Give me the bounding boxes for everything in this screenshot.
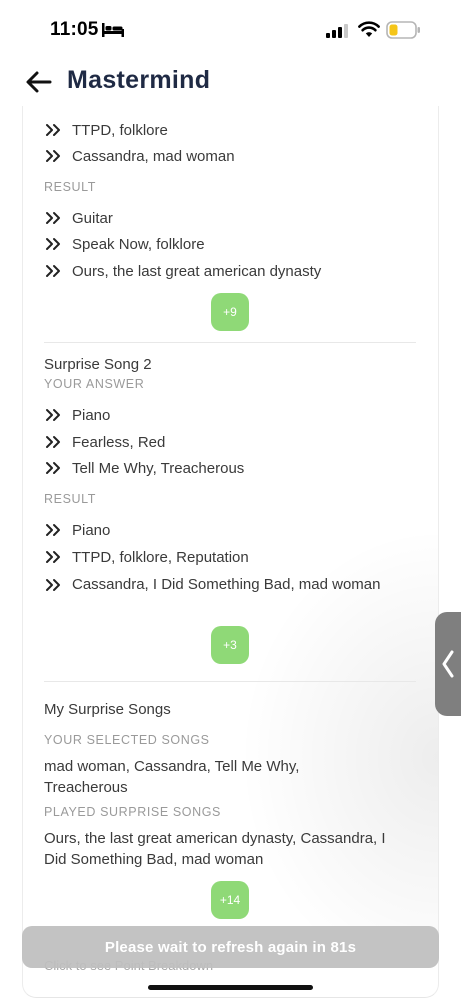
answer-item: Piano <box>44 405 414 426</box>
double-chevron-right-icon <box>46 409 60 421</box>
result-item: Cassandra, I Did Something Bad, mad woma… <box>44 574 414 595</box>
result-item-text: Cassandra, I Did Something Bad, mad woma… <box>72 576 381 593</box>
home-indicator <box>148 985 313 990</box>
result-item: Piano <box>44 520 414 541</box>
status-time: 11:05 <box>50 19 99 40</box>
page-title: Mastermind <box>67 66 211 94</box>
result-item-text: Guitar <box>72 210 113 227</box>
double-chevron-right-icon <box>46 124 60 136</box>
section-divider <box>44 681 416 682</box>
wifi-icon <box>358 21 380 37</box>
result-item: Speak Now, folklore <box>44 234 414 255</box>
answer-item: Fearless, Red <box>44 432 414 453</box>
result-item: Ours, the last great american dynasty <box>44 261 414 282</box>
result-item-text: TTPD, folklore, Reputation <box>72 549 249 566</box>
section-title: Surprise Song 2 <box>44 356 152 373</box>
double-chevron-right-icon <box>46 265 60 277</box>
double-chevron-right-icon <box>46 150 60 162</box>
result-item-text: Ours, the last great american dynasty <box>72 263 322 280</box>
toast-text: Please wait to refresh again in 81s <box>104 938 357 956</box>
back-arrow-icon[interactable] <box>24 68 54 96</box>
result-item: TTPD, folklore, Reputation <box>44 547 414 568</box>
result-item-text: Piano <box>72 522 111 539</box>
section-title: My Surprise Songs <box>44 701 171 718</box>
points-badge[interactable]: +9 <box>211 293 249 331</box>
double-chevron-right-icon <box>46 524 60 536</box>
double-chevron-right-icon <box>46 238 60 250</box>
cellular-signal-icon <box>326 24 348 38</box>
chevron-left-icon <box>442 650 454 678</box>
app-header: Mastermind <box>0 58 461 106</box>
selected-songs-label: YOUR SELECTED SONGS <box>44 733 210 747</box>
played-songs-text: Ours, the last great american dynasty, C… <box>44 830 386 868</box>
answer-item-text: Fearless, Red <box>72 434 166 451</box>
result-label: RESULT <box>44 492 96 506</box>
sleep-focus-icon <box>102 23 124 37</box>
battery-icon <box>386 21 420 39</box>
your-answer-label: YOUR ANSWER <box>44 377 145 391</box>
section-divider <box>44 342 416 343</box>
double-chevron-right-icon <box>46 436 60 448</box>
answer-item-text: TTPD, folklore <box>72 122 168 139</box>
answer-item-text: Cassandra, mad woman <box>72 148 235 165</box>
side-drawer-handle[interactable] <box>435 612 461 716</box>
refresh-toast: Please wait to refresh again in 81s <box>22 926 439 968</box>
selected-songs-text: mad woman, Cassandra, Tell Me Why, Treac… <box>44 758 300 796</box>
double-chevron-right-icon <box>46 578 60 591</box>
status-bar: 11:05 <box>0 0 461 58</box>
answer-item-text: Tell Me Why, Treacherous <box>72 460 245 477</box>
answer-item: Tell Me Why, Treacherous <box>44 458 414 479</box>
result-item: Guitar <box>44 208 414 229</box>
points-badge[interactable]: +3 <box>211 626 249 664</box>
points-badge[interactable]: +14 <box>211 881 249 919</box>
answer-item-text: Piano <box>72 407 111 424</box>
result-label: RESULT <box>44 180 96 194</box>
double-chevron-right-icon <box>46 551 60 563</box>
answer-item: Cassandra, mad woman <box>44 146 414 167</box>
result-item-text: Speak Now, folklore <box>72 236 205 253</box>
played-songs-label: PLAYED SURPRISE SONGS <box>44 805 221 819</box>
answer-item: TTPD, folklore <box>44 120 414 141</box>
double-chevron-right-icon <box>46 462 60 474</box>
double-chevron-right-icon <box>46 212 60 224</box>
